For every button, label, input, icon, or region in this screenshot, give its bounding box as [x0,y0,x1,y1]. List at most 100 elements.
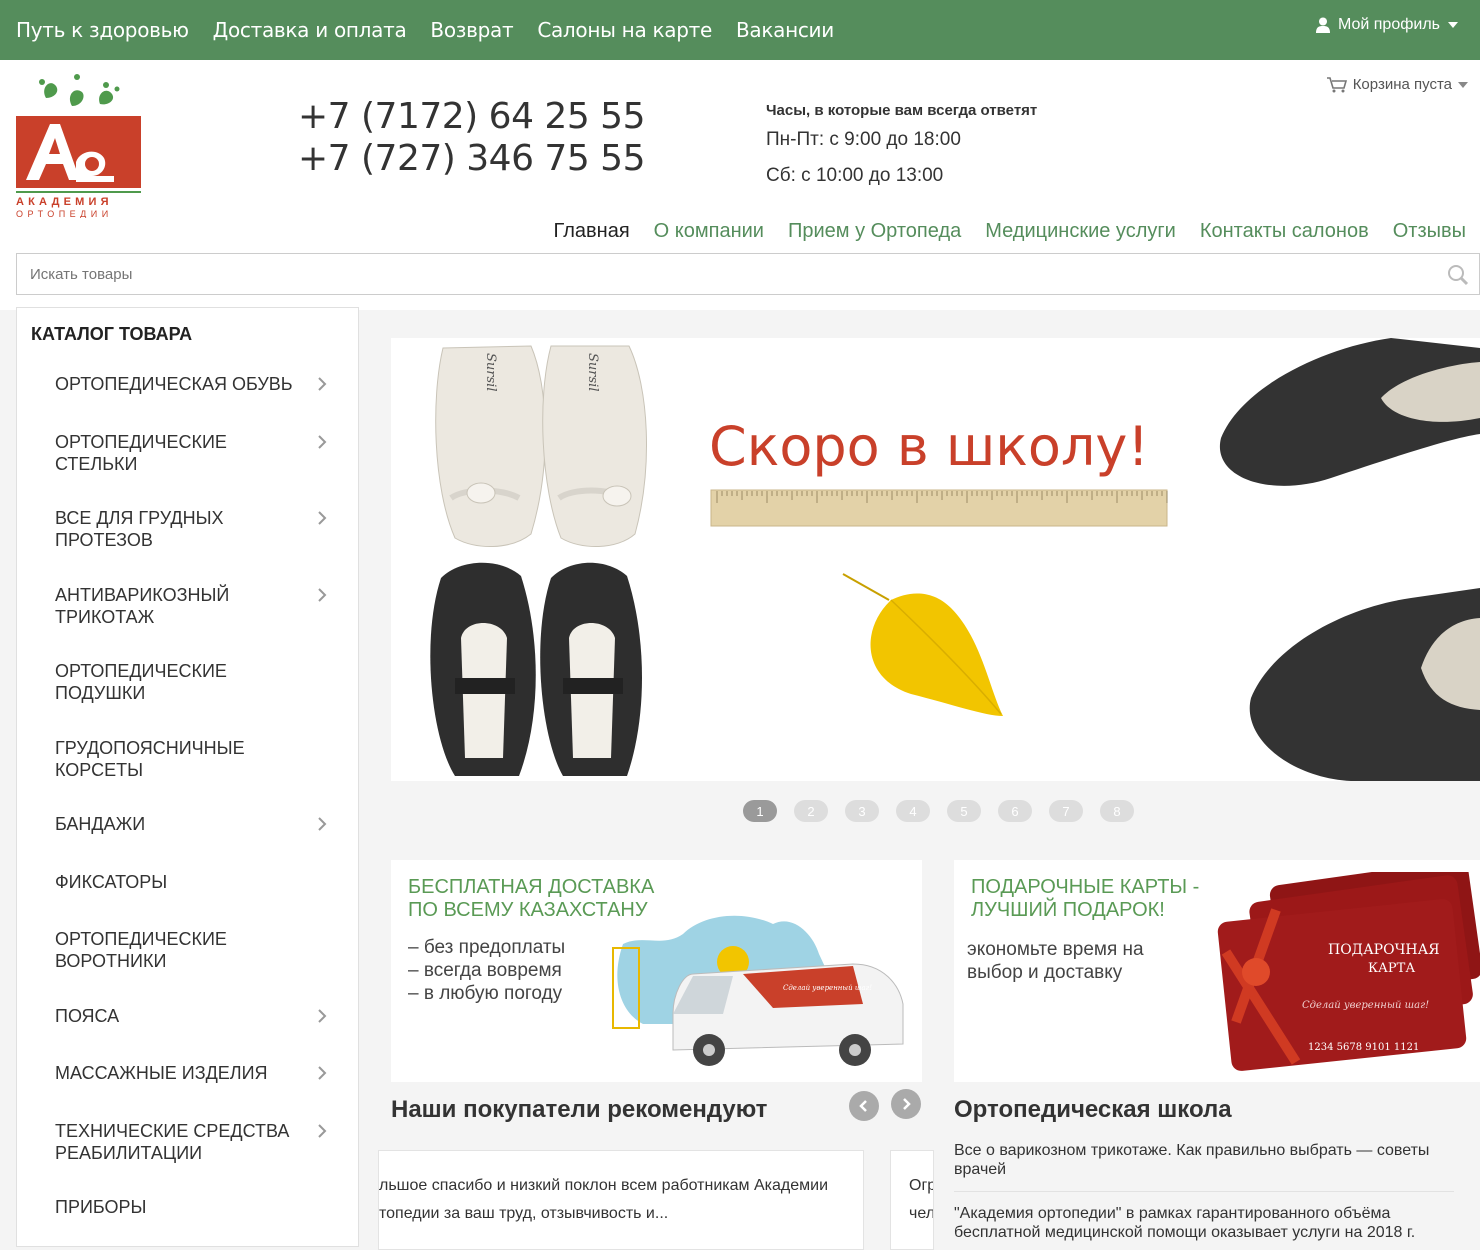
slider-page-button[interactable]: 4 [896,800,930,822]
banner-slider[interactable]: Sursil Sursil Скоро в школу! [391,338,1480,781]
promo-gift-text: экономьте время на выбор и доставку [967,938,1144,984]
slider-page-button[interactable]: 3 [845,800,879,822]
hours-saturday: Сб: с 10:00 до 13:00 [766,165,944,186]
phone-almaty[interactable]: +7 (727) 346 75 55 [298,138,645,180]
top-link-salons-map[interactable]: Салоны на карте [537,18,712,42]
catalog-item-label: ПРИБОРЫ [55,1197,147,1217]
top-link-delivery[interactable]: Доставка и оплата [213,18,407,42]
slider-page-button[interactable]: 6 [998,800,1032,822]
divider [954,1191,1454,1192]
logo-text-2: ОРТОПЕДИИ [16,209,113,218]
catalog-item-label: ТЕХНИЧЕСКИЕ СРЕДСТВА РЕАБИЛИТАЦИИ [55,1121,290,1163]
chevron-right-icon [318,435,327,449]
catalog-item[interactable]: АНТИВАРИКОЗНЫЙ ТРИКОТАЖ [55,584,355,628]
promo-gift-title: ПОДАРОЧНЫЕ КАРТЫ - ЛУЧШИЙ ПОДАРОК! [971,876,1199,922]
nav-about[interactable]: О компании [654,220,764,243]
nav-salon-contacts[interactable]: Контакты салонов [1200,220,1369,243]
cart-dropdown[interactable]: Корзина пуста [1326,76,1468,93]
catalog-item-label: ВСЕ ДЛЯ ГРУДНЫХ ПРОТЕЗОВ [55,508,224,550]
hours-title: Часы, в которые вам всегда ответят [766,102,1038,119]
catalog-item[interactable]: ОРТОПЕДИЧЕСКИЕ ВОРОТНИКИ [55,928,355,972]
slider-page-button[interactable]: 2 [794,800,828,822]
top-link-vacancies[interactable]: Вакансии [736,18,834,42]
top-link-health[interactable]: Путь к здоровью [16,18,189,42]
phone-numbers: +7 (7172) 64 25 55 +7 (727) 346 75 55 [298,96,645,180]
banner-image: Sursil Sursil Скоро в школу! [391,338,1480,781]
catalog-item[interactable]: БАНДАЖИ [55,813,355,835]
catalog-item[interactable]: ТЕХНИЧЕСКИЕ СРЕДСТВА РЕАБИЛИТАЦИИ [55,1120,355,1164]
catalog-item[interactable]: ВСЕ ДЛЯ ГРУДНЫХ ПРОТЕЗОВ [55,507,355,551]
search-icon[interactable] [1447,264,1469,286]
promo-delivery-title-line: БЕСПЛАТНАЯ ДОСТАВКА [408,876,655,898]
catalog-item[interactable]: ОРТОПЕДИЧЕСКИЕ ПОДУШКИ [55,660,355,704]
search-input[interactable] [17,254,1417,294]
van-slogan: Сделай уверенный шаг! [783,984,872,992]
cart-icon [1326,76,1347,92]
chevron-right-icon [318,1124,327,1138]
search-bar [16,253,1480,295]
promo-gift-cards[interactable]: ПОДАРОЧНЫЕ КАРТЫ - ЛУЧШИЙ ПОДАРОК! эконо… [954,860,1480,1082]
profile-label: Мой профиль [1337,16,1440,33]
shoe-brand-label: Sursil [483,353,498,391]
review-text: Огр [909,1177,934,1194]
catalog-item[interactable]: ФИКСАТОРЫ [55,871,355,893]
review-text: топедии за ваш труд, отзывчивость и... [379,1205,669,1222]
catalog-item[interactable]: ПРИБОРЫ [55,1196,355,1218]
logo-text-1: АКАДЕМИЯ [16,196,113,208]
gift-card-slogan: Сделай уверенный шаг! [1302,1000,1429,1011]
reviews-title: Наши покупатели рекомендуют [391,1096,768,1123]
nav-reviews[interactable]: Отзывы [1393,220,1466,243]
delivery-van-image: Сделай уверенный шаг! [612,915,904,1066]
chevron-right-icon [318,377,327,391]
catalog-item-label: АНТИВАРИКОЗНЫЙ ТРИКОТАЖ [55,585,230,627]
catalog-item[interactable]: ОРТОПЕДИЧЕСКАЯ ОБУВЬ [55,373,355,395]
gift-card-title: ПОДАРОЧНАЯ [1328,942,1440,958]
catalog-item[interactable]: ОРТОПЕДИЧЕСКИЕ СТЕЛЬКИ [55,431,355,475]
catalog-title: КАТАЛОГ ТОВАРА [31,324,193,344]
ruler-image [710,489,1168,527]
promo-delivery[interactable]: БЕСПЛАТНАЯ ДОСТАВКА ПО ВСЕМУ КАЗАХСТАНУ … [391,860,922,1082]
profile-menu[interactable]: Мой профиль [1315,16,1458,34]
main-nav: Главная О компании Прием у Ортопеда Меди… [554,220,1466,243]
caret-down-icon [1458,81,1468,88]
reviews-prev-button[interactable] [849,1091,879,1121]
catalog-item-label: ОРТОПЕДИЧЕСКИЕ ПОДУШКИ [55,661,227,703]
nav-orthopedist[interactable]: Прием у Ортопеда [788,220,961,243]
review-card[interactable]: Огр чел [890,1150,934,1250]
hours-weekdays: Пн-Пт: с 9:00 до 18:00 [766,129,961,150]
chevron-right-icon [318,1066,327,1080]
nav-home[interactable]: Главная [554,220,630,243]
gift-card-title: КАРТА [1368,961,1415,976]
top-bar: Путь к здоровью Доставка и оплата Возвра… [0,0,1480,60]
promo-gift-text-line: выбор и доставку [967,962,1123,983]
school-article-link[interactable]: Все о варикозном трикотаже. Как правильн… [954,1141,1454,1179]
nav-medical-services[interactable]: Медицинские услуги [985,220,1176,243]
phone-astana[interactable]: +7 (7172) 64 25 55 [298,96,645,138]
promo-delivery-bullets: – без предоплаты – всегда вовремя – в лю… [408,936,565,1005]
review-card[interactable]: льшое спасибо и низкий поклон всем работ… [378,1150,864,1250]
catalog-item[interactable]: ПОЯСА [55,1005,355,1027]
catalog-item[interactable]: ГРУДОПОЯСНИЧНЫЕ КОРСЕТЫ [55,737,355,781]
catalog-item-label: ГРУДОПОЯСНИЧНЫЕ КОРСЕТЫ [55,738,245,780]
banner-headline: Скоро в школу! [709,415,1149,478]
gift-card-number: 1234 5678 9101 1121 [1308,1042,1419,1053]
catalog-item[interactable]: МАССАЖНЫЕ ИЗДЕЛИЯ [55,1062,355,1084]
reviews-next-button[interactable] [891,1089,921,1119]
slider-page-button[interactable]: 7 [1049,800,1083,822]
slider-page-button[interactable]: 1 [743,800,777,822]
header: АКАДЕМИЯ ОРТОПЕДИИ +7 (7172) 64 25 55 +7… [0,60,1480,310]
top-link-return[interactable]: Возврат [430,18,513,42]
slider-page-button[interactable]: 8 [1100,800,1134,822]
user-icon [1315,17,1330,33]
review-text: чел [909,1205,934,1222]
cart-label: Корзина пуста [1352,76,1452,93]
shoe-brand-label: Sursil [585,353,600,391]
school-article-link[interactable]: "Академия ортопедии" в рамках гарантиров… [954,1204,1454,1242]
logo[interactable]: АКАДЕМИЯ ОРТОПЕДИИ [16,68,144,219]
slider-page-button[interactable]: 5 [947,800,981,822]
catalog-item-label: БАНДАЖИ [55,814,146,834]
catalog-item-label: ОРТОПЕДИЧЕСКИЕ СТЕЛЬКИ [55,432,227,474]
logo-icon: АКАДЕМИЯ ОРТОПЕДИИ [16,74,141,219]
catalog-item-label: МАССАЖНЫЕ ИЗДЕЛИЯ [55,1063,268,1083]
chevron-right-icon [318,1009,327,1023]
